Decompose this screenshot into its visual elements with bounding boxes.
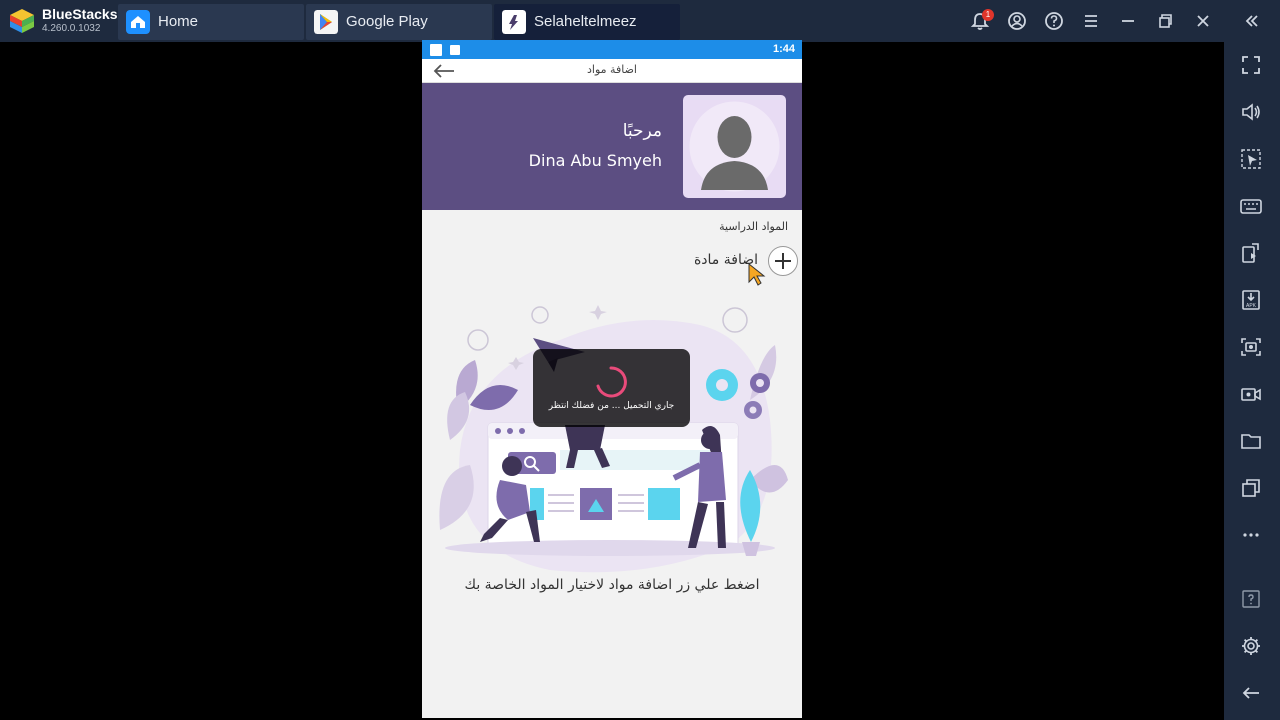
tab-google-play-label: Google Play [346, 13, 428, 30]
tab-selaheltelmeez-label: Selaheltelmeez [534, 13, 637, 30]
loading-dialog: جاري التحميل ... من فضلك انتظر [533, 349, 690, 427]
greeting-text: مرحبًا [622, 121, 662, 141]
right-sidebar: APK [1224, 42, 1280, 720]
tab-selaheltelmeez[interactable]: Selaheltelmeez [494, 4, 680, 40]
fullscreen-icon[interactable] [1238, 52, 1264, 78]
status-time: 1:44 [772, 43, 795, 55]
svg-text:APK: APK [1246, 303, 1257, 309]
android-screen: 1:44 اضافة مواد مرحبًا Dina Abu Smyeh ال… [422, 40, 802, 718]
loading-spinner-icon [596, 366, 627, 398]
plus-icon [775, 253, 791, 269]
section-label: المواد الدراسية [719, 220, 788, 233]
app-name: BlueStacks [42, 6, 118, 22]
app-version: 4.260.0.1032 [42, 23, 101, 34]
account-icon[interactable] [1004, 8, 1030, 34]
restore-icon[interactable] [1152, 8, 1178, 34]
install-apk-icon[interactable] [1238, 240, 1264, 266]
avatar[interactable] [683, 95, 786, 198]
empty-state-illustration [439, 305, 788, 573]
back-icon[interactable] [1238, 680, 1264, 706]
close-icon[interactable] [1190, 8, 1216, 34]
loading-text: جاري التحميل ... من فضلك انتظر [548, 401, 675, 411]
notification-square-icon [430, 44, 442, 56]
help-icon[interactable] [1041, 8, 1067, 34]
settings-icon[interactable] [1238, 633, 1264, 659]
user-name: Dina Abu Smyeh [528, 151, 662, 170]
pointer-icon[interactable] [1238, 146, 1264, 172]
empty-state-hint: اضغط علي زر اضافة مواد لاختيار المواد ال… [464, 577, 760, 593]
more-icon[interactable] [1238, 522, 1264, 548]
page-title: اضافة مواد [587, 63, 637, 76]
google-play-icon [314, 10, 338, 34]
help-icon[interactable] [1238, 586, 1264, 612]
app-icon [502, 10, 526, 34]
screenshot-icon[interactable] [1238, 334, 1264, 360]
tab-google-play[interactable]: Google Play [306, 4, 492, 40]
tab-home-label: Home [158, 13, 199, 30]
profile-header: مرحبًا Dina Abu Smyeh [422, 83, 802, 210]
record-icon[interactable] [1238, 381, 1264, 407]
title-bar: BlueStacks 4.260.0.1032 Home Google Play… [0, 0, 1280, 42]
bluestacks-brand[interactable]: BlueStacks 4.260.0.1032 [0, 0, 118, 42]
volume-icon[interactable] [1238, 99, 1264, 125]
bluestacks-logo-icon [10, 9, 34, 33]
menu-icon[interactable] [1078, 8, 1104, 34]
notification-badge: 1 [982, 9, 994, 21]
collapse-icon[interactable] [1238, 8, 1264, 34]
home-icon [126, 10, 150, 34]
apk-icon[interactable]: APK [1238, 287, 1264, 313]
add-subject-button[interactable]: اضافة مادة [684, 246, 800, 276]
android-notification-icon [450, 45, 460, 55]
keyboard-icon[interactable] [1238, 193, 1264, 219]
add-circle[interactable] [768, 246, 798, 276]
minimize-icon[interactable] [1115, 8, 1141, 34]
app-bar: اضافة مواد [422, 59, 802, 83]
tab-home[interactable]: Home [118, 4, 304, 40]
status-bar: 1:44 [422, 40, 802, 59]
user-silhouette-icon [689, 101, 780, 192]
folder-icon[interactable] [1238, 428, 1264, 454]
multi-instance-icon[interactable] [1238, 475, 1264, 501]
